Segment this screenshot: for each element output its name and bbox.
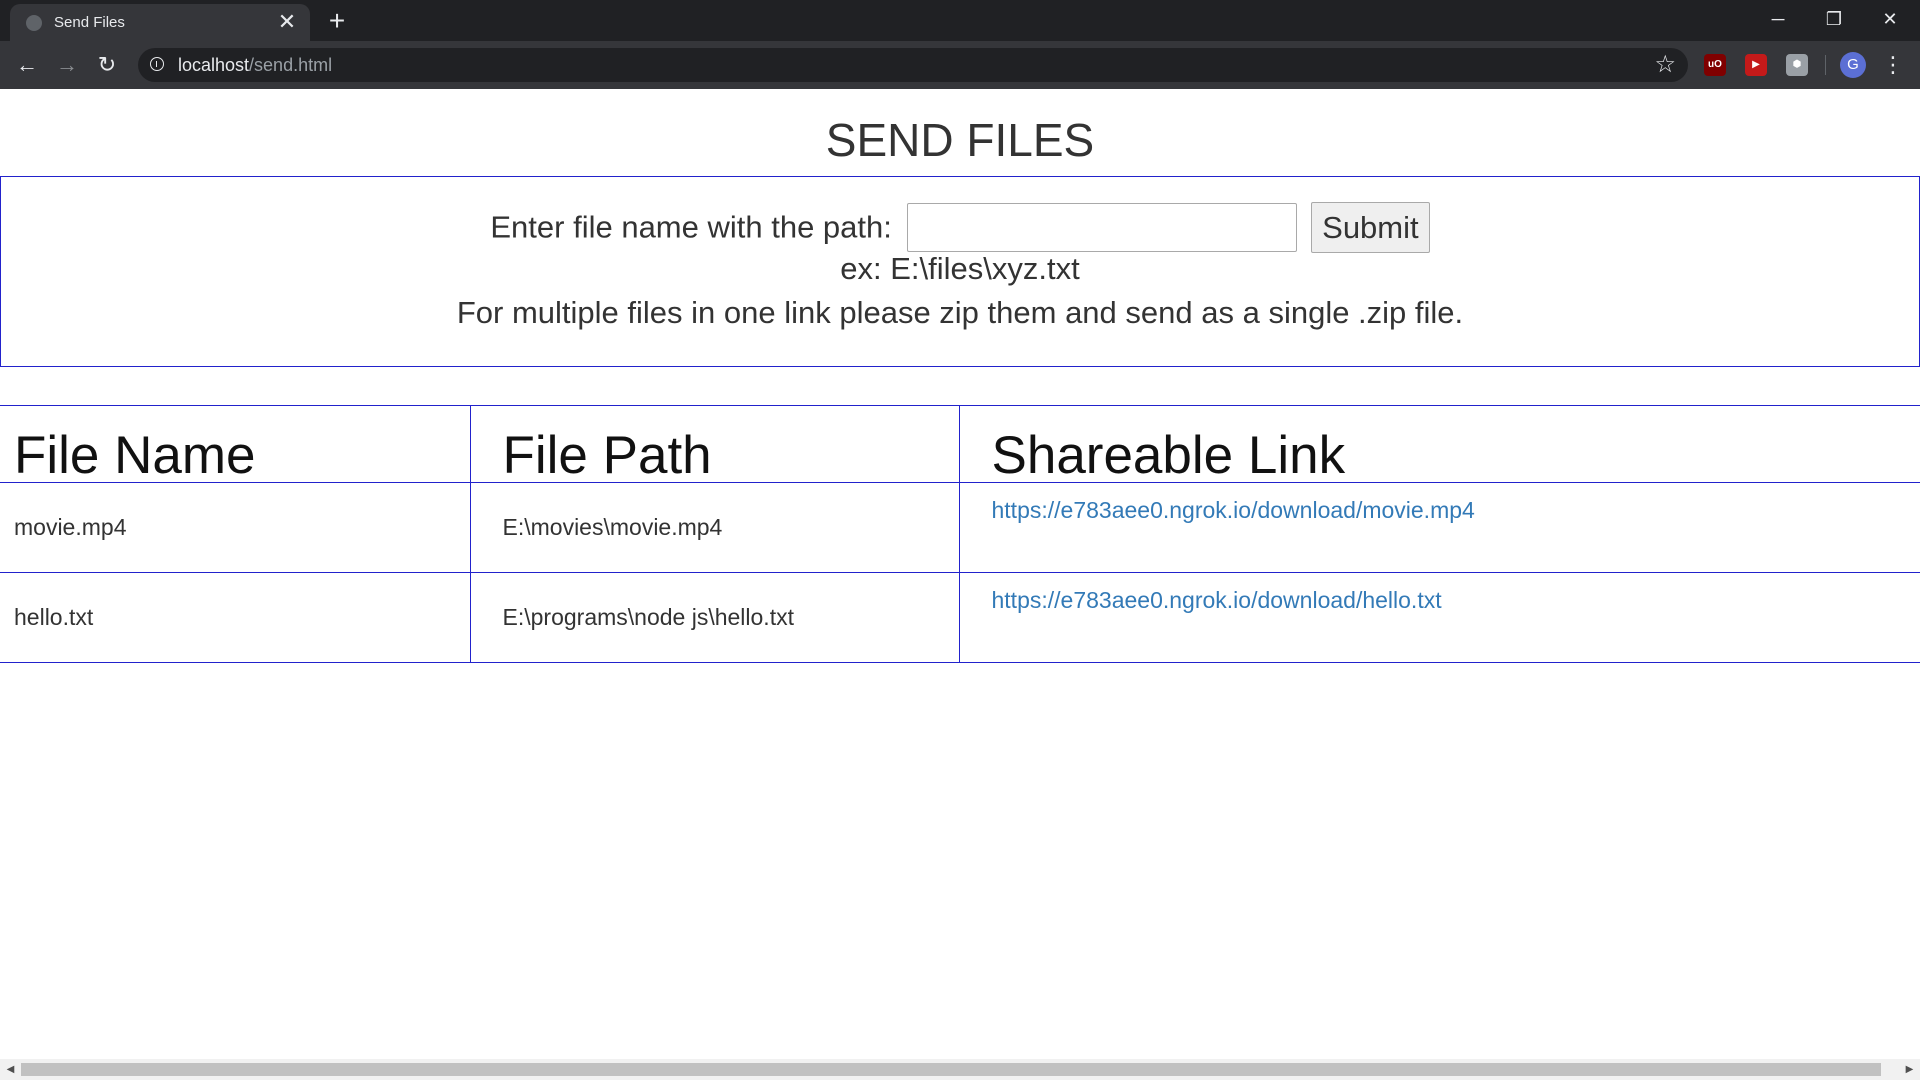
- file-name-cell: movie.mp4: [0, 482, 471, 573]
- tab-title: Send Files: [54, 14, 125, 31]
- close-tab-icon[interactable]: ✕: [274, 9, 300, 35]
- table-header-row: File Name File Path Shareable Link: [0, 405, 1920, 483]
- close-window-button[interactable]: ✕: [1862, 0, 1918, 38]
- restore-button[interactable]: ❐: [1806, 0, 1862, 38]
- shareable-link[interactable]: https://e783aee0.ngrok.io/download/movie…: [992, 497, 1475, 523]
- browser-tab-strip: Send Files ✕ + ─ ❐ ✕: [0, 0, 1920, 41]
- shareable-link-cell: https://e783aee0.ngrok.io/download/hello…: [958, 572, 1920, 663]
- shareable-link[interactable]: https://e783aee0.ngrok.io/download/hello…: [992, 587, 1442, 613]
- new-tab-button[interactable]: +: [322, 6, 352, 36]
- globe-icon: [26, 15, 42, 31]
- ublock-icon[interactable]: uO: [1704, 54, 1726, 76]
- files-table: File Name File Path Shareable Link movie…: [0, 405, 1920, 663]
- kebab-menu-icon[interactable]: ⋮: [1882, 50, 1904, 80]
- cube-ext-icon[interactable]: ⬢: [1786, 54, 1808, 76]
- address-bar[interactable]: localhost/send.html ☆: [138, 48, 1688, 82]
- table-row: movie.mp4 E:\movies\movie.mp4 https://e7…: [0, 482, 1920, 573]
- horizontal-scrollbar[interactable]: ◀ ▶: [0, 1059, 1920, 1080]
- file-path-row: Enter file name with the path: Submit: [1, 202, 1919, 253]
- send-form: Enter file name with the path: Submit ex…: [0, 176, 1920, 367]
- header-file-path: File Path: [469, 405, 960, 483]
- url-host: localhost: [178, 55, 250, 75]
- info-icon[interactable]: [150, 57, 164, 71]
- file-path-input[interactable]: [906, 203, 1297, 252]
- submit-button[interactable]: Submit: [1311, 202, 1430, 253]
- back-arrow-icon[interactable]: ←: [12, 50, 42, 80]
- scroll-right-icon[interactable]: ▶: [1899, 1059, 1920, 1080]
- shareable-link-cell: https://e783aee0.ngrok.io/download/movie…: [958, 482, 1920, 573]
- browser-toolbar: ← → ↻ localhost/send.html ☆ uO ▶ ⬢ G ⋮: [0, 41, 1920, 89]
- url-text: localhost/send.html: [178, 55, 332, 76]
- minimize-button[interactable]: ─: [1750, 0, 1806, 38]
- scrollbar-thumb[interactable]: [21, 1063, 1881, 1076]
- scroll-left-icon[interactable]: ◀: [0, 1059, 21, 1080]
- bookmark-star-icon[interactable]: ☆: [1654, 51, 1676, 79]
- reload-icon[interactable]: ↻: [92, 50, 122, 80]
- page-content: SEND FILES Enter file name with the path…: [0, 89, 1920, 1059]
- header-shareable-link: Shareable Link: [958, 405, 1920, 483]
- forward-arrow-icon[interactable]: →: [52, 50, 82, 80]
- url-path: /send.html: [249, 55, 333, 75]
- header-file-name: File Name: [0, 405, 471, 483]
- file-path-label: Enter file name with the path:: [490, 209, 892, 245]
- table-row: hello.txt E:\programs\node js\hello.txt …: [0, 572, 1920, 663]
- file-name-cell: hello.txt: [0, 572, 471, 663]
- video-ext-icon[interactable]: ▶: [1745, 54, 1767, 76]
- example-text: ex: E:\files\xyz.txt: [840, 251, 1080, 286]
- browser-tab[interactable]: Send Files ✕: [10, 4, 310, 41]
- toolbar-divider: [1825, 55, 1826, 75]
- zip-note-text: For multiple files in one link please zi…: [456, 295, 1464, 330]
- file-path-cell: E:\programs\node js\hello.txt: [469, 572, 960, 663]
- page-title: SEND FILES: [825, 114, 1095, 166]
- profile-avatar[interactable]: G: [1840, 52, 1866, 78]
- file-path-cell: E:\movies\movie.mp4: [469, 482, 960, 573]
